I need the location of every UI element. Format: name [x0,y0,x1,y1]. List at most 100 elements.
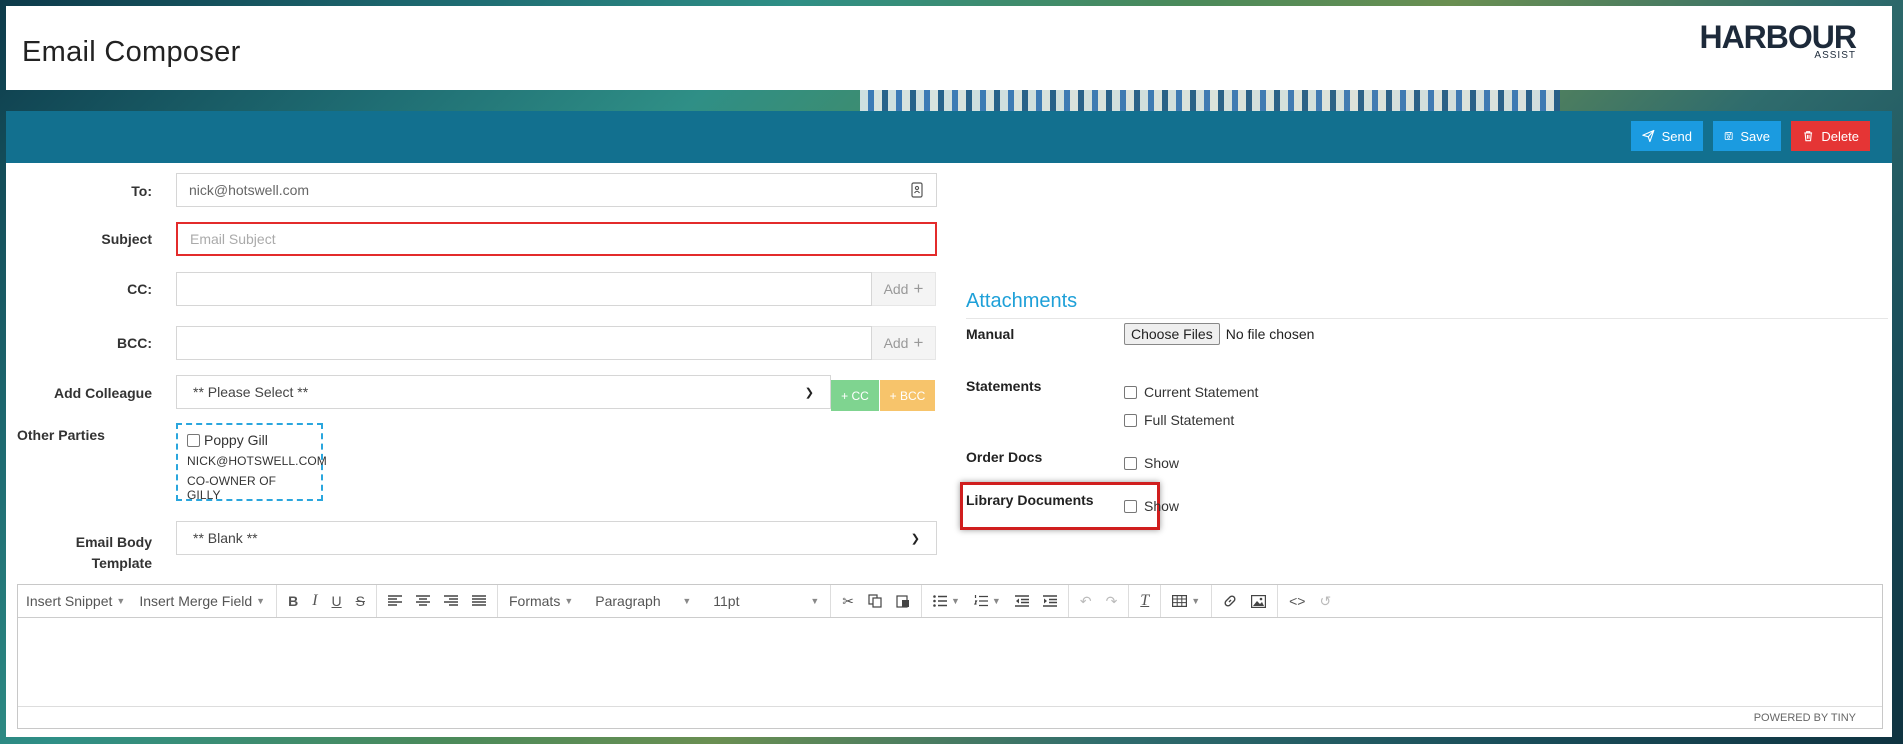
history-group: ↶ ↷ [1069,585,1130,617]
add-colleague-bcc-button[interactable]: + BCC [880,380,935,411]
insert-snippet-menu[interactable]: Insert Snippet ▼ [20,585,131,617]
copy-icon[interactable] [862,585,888,617]
library-documents-label: Library Documents [966,492,1094,508]
paragraph-label: Paragraph [595,593,661,609]
attachments-title: Attachments [966,290,1078,312]
choose-files-button[interactable]: Choose Files [1124,323,1220,345]
clear-formatting-icon[interactable]: T [1134,585,1155,617]
align-right-icon[interactable] [438,585,464,617]
send-button[interactable]: Send [1631,121,1703,151]
source-code-icon[interactable]: <> [1283,585,1311,617]
cc-label: CC: [127,281,152,297]
full-statement-checkbox[interactable] [1124,413,1137,427]
full-statement-option[interactable]: Full Statement [1124,412,1234,428]
to-field[interactable]: nick@hotswell.com [176,173,937,207]
save-button[interactable]: Save [1713,121,1781,151]
colleague-selected: ** Please Select ** [193,384,309,400]
harbour-assist-logo: HARBOUR ASSIST [1699,19,1857,61]
align-center-icon[interactable] [410,585,436,617]
other-parties-label: Other Parties [17,427,105,443]
party-card: Poppy Gill NICK@HOTSWELL.COM CO-OWNER OF… [176,423,327,502]
format-group: Formats ▼ Paragraph ▼ 11pt ▼ [498,585,832,617]
delete-button[interactable]: Delete [1791,121,1870,151]
align-justify-icon[interactable] [466,585,492,617]
order-docs-checkbox[interactable] [1124,456,1137,470]
party-email: NICK@HOTSWELL.COM [187,454,327,468]
add-colleague-cc-button[interactable]: + CC [831,380,879,411]
paste-icon[interactable] [890,585,916,617]
action-toolbar: Send Save Delete [6,111,1892,163]
image-icon[interactable] [1245,585,1272,617]
rich-text-editor: Insert Snippet ▼ Insert Merge Field ▼ B I … [17,584,1883,729]
caret-down-icon: ▼ [810,596,820,606]
numbered-list-icon[interactable]: ▼ [968,585,1007,617]
party-checkbox[interactable] [187,433,200,447]
cut-icon[interactable]: ✂ [836,585,860,617]
outdent-icon[interactable] [1009,585,1035,617]
snippet-group: Insert Snippet ▼ Insert Merge Field ▼ [18,585,278,617]
formats-menu[interactable]: Formats ▼ [503,585,579,617]
caret-down-icon: ▼ [950,596,960,606]
address-book-icon[interactable] [910,182,924,198]
restore-draft-icon[interactable]: ↺ [1313,585,1337,617]
indent-icon[interactable] [1037,585,1063,617]
template-label-line2: Template [91,555,152,571]
subject-input[interactable]: Email Subject [176,222,937,256]
text-style-group: B I U S [277,585,377,617]
current-statement-checkbox[interactable] [1124,385,1137,399]
delete-label: Delete [1821,128,1859,144]
underline-icon[interactable]: U [326,585,348,617]
add-bcc-button[interactable]: Add + [872,326,936,360]
template-selected: ** Blank ** [193,530,258,546]
library-documents-checkbox[interactable] [1124,499,1137,513]
template-label-line1: Email Body [75,534,152,550]
bold-icon[interactable]: B [282,585,304,617]
clear-format-group: T [1129,585,1162,617]
to-label: To: [131,183,152,199]
paper-plane-icon [1642,129,1655,143]
insert-group [1212,585,1279,617]
font-size-label: 11pt [713,593,740,609]
attachments-divider [966,318,1888,319]
caret-down-icon: ▼ [564,596,574,606]
trash-icon [1804,131,1813,142]
powered-by-text: POWERED BY TINY [1753,712,1856,724]
template-select[interactable]: ** Blank ** ❯ [176,521,937,555]
link-icon[interactable] [1217,585,1243,617]
strikethrough-icon[interactable]: S [350,585,371,617]
misc-group: <> ↺ [1278,585,1342,617]
cc-input[interactable] [176,272,872,306]
send-label: Send [1661,128,1692,144]
redo-icon[interactable]: ↷ [1100,585,1124,617]
logo-main-text: HARBOUR [1699,19,1857,55]
formats-label: Formats [508,593,561,609]
table-icon[interactable]: ▼ [1166,585,1206,617]
bullet-list-icon[interactable]: ▼ [927,585,966,617]
chevron-down-icon: ❯ [804,386,814,399]
italic-icon[interactable]: I [306,585,323,617]
undo-icon[interactable]: ↶ [1074,585,1098,617]
current-statement-option[interactable]: Current Statement [1124,384,1258,400]
table-group: ▼ [1161,585,1213,617]
no-file-text: No file chosen [1225,326,1315,342]
plus-icon: + [913,333,924,352]
bcc-input[interactable] [176,326,872,360]
insert-merge-field-menu[interactable]: Insert Merge Field ▼ [133,585,271,617]
page-header: Email Composer HARBOUR ASSIST [6,6,1892,90]
align-left-icon[interactable] [382,585,408,617]
manual-label: Manual [966,326,1015,342]
statements-label: Statements [966,378,1042,394]
font-size-select[interactable]: 11pt ▼ [707,585,825,617]
editor-body[interactable] [18,618,1882,708]
add-bcc-label: Add [883,335,909,351]
file-chooser: Choose Files No file chosen [1124,323,1314,345]
library-documents-option[interactable]: Show [1124,498,1179,514]
add-cc-button[interactable]: Add + [872,272,936,306]
paragraph-select[interactable]: Paragraph ▼ [589,585,697,617]
colleague-select[interactable]: ** Please Select ** ❯ [176,375,831,409]
subject-placeholder: Email Subject [190,231,276,247]
composer-card: Send Save Delete To: nick@hotswell.com S… [6,111,1892,737]
order-docs-option[interactable]: Show [1124,455,1179,471]
plus-icon: + [913,279,924,298]
party-name: Poppy Gill [204,432,268,448]
